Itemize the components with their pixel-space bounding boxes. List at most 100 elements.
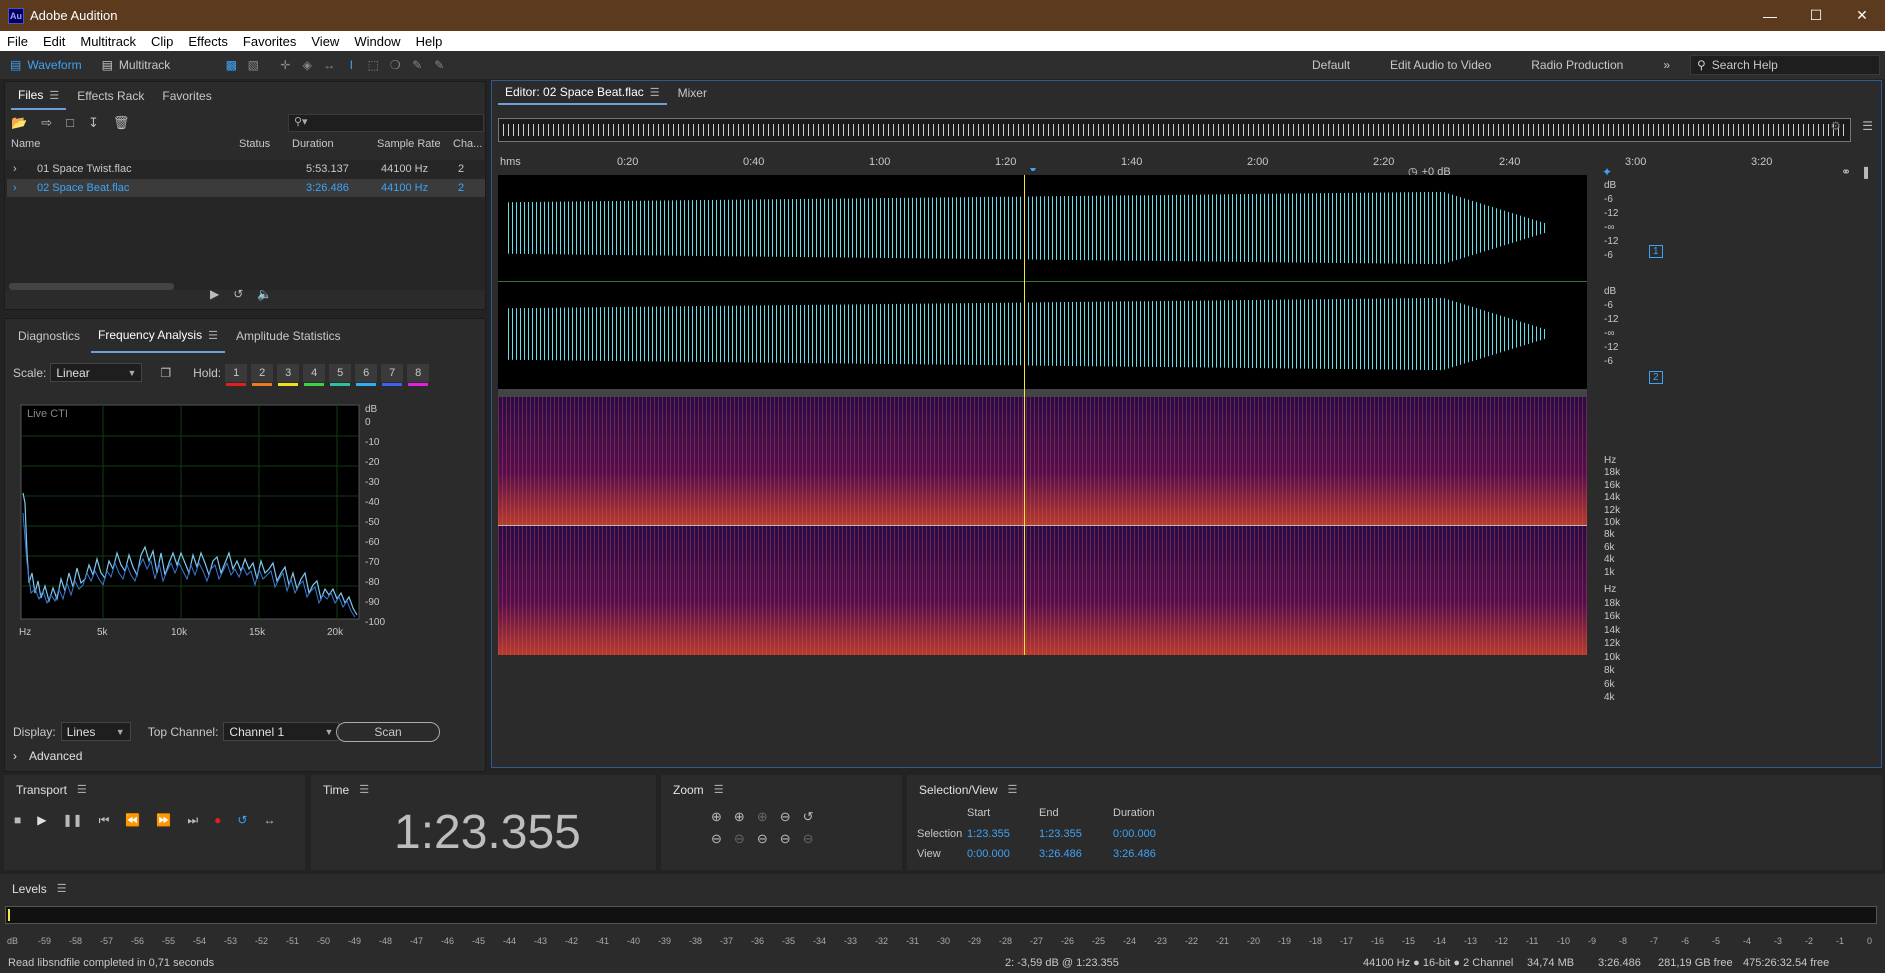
scan-button[interactable]: Scan (336, 722, 440, 742)
hold-4-button[interactable]: 4 (303, 363, 326, 386)
zoom-icon[interactable]: ⚙ (1830, 119, 1841, 133)
pin-icon[interactable]: ✦ (1602, 165, 1612, 179)
play-icon[interactable]: ▶ (37, 813, 46, 828)
overview-bar[interactable] (498, 118, 1851, 142)
stop-icon[interactable]: ■ (14, 813, 21, 828)
hold-5-button[interactable]: 5 (329, 363, 352, 386)
view-splitter[interactable] (498, 389, 1587, 397)
marquee-tool-icon[interactable]: ⬚ (362, 54, 384, 76)
hold-7-button[interactable]: 7 (381, 363, 404, 386)
fast-forward-icon[interactable]: ⏩ (156, 813, 171, 828)
zoom-out-amplitude-icon[interactable]: ⊖ (711, 831, 722, 847)
menu-edit[interactable]: Edit (36, 34, 73, 49)
auto-play-icon[interactable]: 🔈 (257, 287, 272, 301)
skip-previous-icon[interactable]: ⏮ (99, 813, 110, 828)
panel-menu-icon[interactable]: ☰ (1008, 783, 1018, 797)
selection-end-field[interactable]: 1:23.355 (1039, 828, 1082, 840)
zoom-in-point-icon[interactable]: ⊖ (757, 831, 768, 847)
hold-2-button[interactable]: 2 (251, 363, 274, 386)
zoom-out-time-icon[interactable]: ⊖ (734, 831, 745, 847)
channel-1-button[interactable]: 1 (1649, 245, 1663, 258)
move-tool-icon[interactable]: ✛ (274, 54, 296, 76)
panel-menu-icon[interactable]: ☰ (77, 783, 87, 797)
record-icon[interactable]: ● (214, 813, 221, 828)
zoom-out-full-icon[interactable]: ⊖ (780, 809, 791, 825)
column-duration[interactable]: Duration (292, 138, 334, 150)
headphone-icon[interactable]: ⚭ (1841, 165, 1851, 179)
file-row-selected[interactable]: › 02 Space Beat.flac 3:26.486 44100 Hz 2 (7, 179, 485, 197)
selection-duration-field[interactable]: 0:00.000 (1113, 828, 1156, 840)
rewind-icon[interactable]: ⏪ (125, 813, 140, 828)
channel-2-button[interactable]: 2 (1649, 371, 1663, 384)
files-scrollbar[interactable] (9, 283, 174, 290)
marker-icon[interactable]: ❚ (1861, 165, 1871, 179)
lasso-tool-icon[interactable]: ❍ (384, 54, 406, 76)
tab-mixer[interactable]: Mixer (671, 81, 714, 105)
tab-effects-rack[interactable]: Effects Rack (70, 82, 151, 110)
waveform-view-icon[interactable]: ▩ (220, 54, 242, 76)
time-ruler[interactable]: hms 0:20 0:40 1:00 1:20 1:40 2:00 2:20 2… (498, 151, 1876, 171)
scale-select[interactable]: Linear ▼ (50, 363, 143, 382)
hold-8-button[interactable]: 8 (407, 363, 430, 386)
waveform-button[interactable]: ▤ Waveform (0, 54, 92, 76)
healing-brush-icon[interactable]: ✎ (428, 54, 450, 76)
zoom-to-selection-icon[interactable]: ⊕ (757, 809, 768, 825)
open-file-icon[interactable]: 📂 (11, 115, 27, 131)
column-name[interactable]: Name (11, 138, 40, 150)
zoom-in-amplitude-icon[interactable]: ⊕ (711, 809, 722, 825)
column-status[interactable]: Status (239, 138, 270, 150)
selection-start-field[interactable]: 1:23.355 (967, 828, 1010, 840)
zoom-out-selection-icon[interactable]: ⊖ (803, 831, 814, 847)
column-channels[interactable]: Cha... (453, 138, 482, 150)
pause-icon[interactable]: ❚❚ (62, 813, 82, 828)
insert-multitrack-icon[interactable]: ↧ (88, 115, 99, 131)
time-selection-tool-icon[interactable]: I (340, 54, 362, 76)
hold-1-button[interactable]: 1 (225, 363, 248, 386)
menu-favorites[interactable]: Favorites (236, 34, 304, 49)
zoom-reset-icon[interactable]: ↺ (803, 809, 814, 825)
tab-editor[interactable]: Editor: 02 Space Beat.flac ☰ (498, 81, 667, 105)
zoom-in-time-icon[interactable]: ⊕ (734, 809, 745, 825)
waveform-display[interactable] (498, 175, 1587, 389)
slip-tool-icon[interactable]: ↔ (318, 54, 340, 76)
spectrogram-display[interactable] (498, 397, 1587, 655)
workspace-edit-audio-to-video[interactable]: Edit Audio to Video (1370, 58, 1511, 72)
tab-favorites[interactable]: Favorites (155, 82, 218, 110)
preview-play-icon[interactable]: ▶ (210, 287, 219, 301)
top-channel-select[interactable]: Channel 1 ▼ (223, 722, 340, 741)
view-end-field[interactable]: 3:26.486 (1039, 848, 1082, 860)
column-sample-rate[interactable]: Sample Rate (377, 138, 441, 150)
hold-3-button[interactable]: 3 (277, 363, 300, 386)
menu-help[interactable]: Help (409, 34, 451, 49)
skip-next-icon[interactable]: ⏭ (187, 813, 198, 828)
spectral-view-icon[interactable]: ▧ (242, 54, 264, 76)
search-help[interactable]: ⚲ Search Help (1690, 55, 1880, 75)
hold-6-button[interactable]: 6 (355, 363, 378, 386)
brush-tool-icon[interactable]: ✎ (406, 54, 428, 76)
advanced-toggle[interactable]: › Advanced (13, 749, 82, 763)
loop-icon[interactable]: ↺ (237, 813, 247, 828)
menu-effects[interactable]: Effects (181, 34, 236, 49)
zoom-out-point-icon[interactable]: ⊖ (780, 831, 791, 847)
file-row[interactable]: › 01 Space Twist.flac 5:53.137 44100 Hz … (7, 160, 485, 178)
skip-selection-icon[interactable]: ↔ (263, 813, 275, 828)
copy-icon[interactable]: ❐ (160, 366, 171, 380)
tab-frequency-analysis[interactable]: Frequency Analysis ☰ (91, 319, 225, 353)
display-select[interactable]: Lines ▼ (60, 722, 131, 741)
panel-options-icon[interactable]: ☰ (1862, 119, 1873, 133)
maximize-button[interactable]: ☐ (1793, 0, 1839, 31)
menu-file[interactable]: File (0, 34, 36, 49)
menu-window[interactable]: Window (347, 34, 408, 49)
close-button[interactable]: ✕ (1839, 0, 1885, 31)
panel-menu-icon[interactable]: ☰ (714, 783, 724, 797)
import-file-icon[interactable]: ⇨ (41, 115, 52, 131)
razor-tool-icon[interactable]: ◈ (296, 54, 318, 76)
tab-files[interactable]: Files ☰ (11, 82, 67, 110)
multitrack-button[interactable]: ▤ Multitrack (92, 54, 181, 76)
workspace-radio-production[interactable]: Radio Production (1511, 58, 1643, 72)
workspace-default[interactable]: Default (1292, 58, 1370, 72)
delete-icon[interactable]: 🗑 (113, 115, 130, 131)
menu-view[interactable]: View (304, 34, 347, 49)
playhead[interactable] (1024, 175, 1025, 655)
files-search-input[interactable]: ⚲▾ (288, 114, 484, 132)
